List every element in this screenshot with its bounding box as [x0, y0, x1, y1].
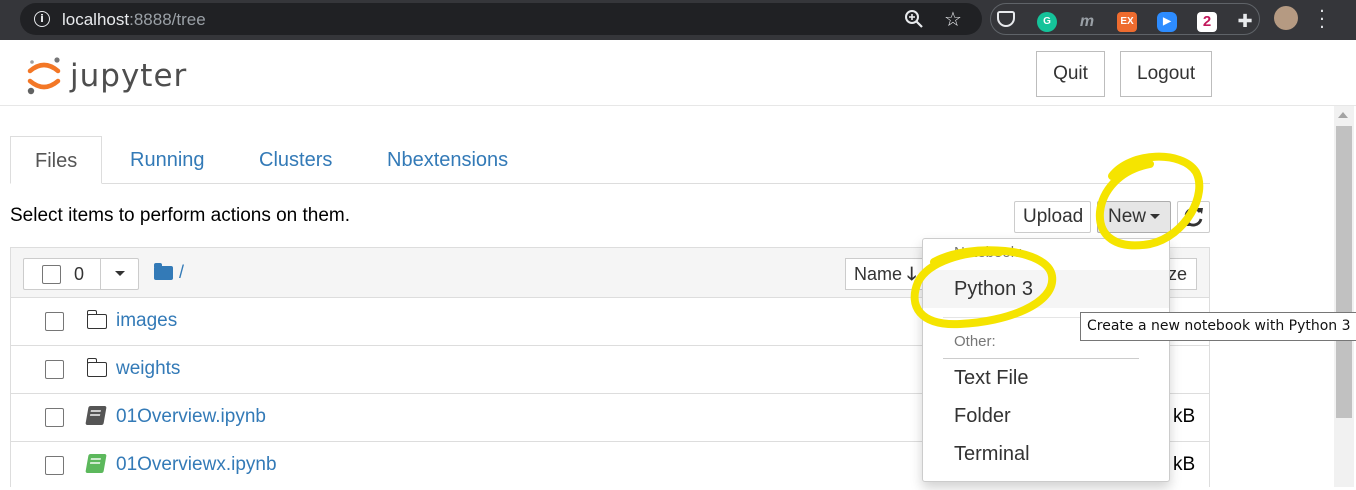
notebook-section-header: Notebook: — [954, 244, 1023, 261]
pocket-icon[interactable] — [997, 11, 1015, 27]
new-dropdown-menu: Notebook: Python 3 Other: Text File Fold… — [922, 238, 1170, 482]
new-button-label: New — [1107, 206, 1146, 227]
item-link[interactable]: weights — [116, 358, 180, 380]
item-link[interactable]: 01Overviewx.ipynb — [116, 454, 277, 476]
two-extension-icon[interactable]: 2 — [1197, 12, 1217, 32]
bookmark-star-icon[interactable]: ☆ — [944, 7, 962, 31]
new-dropdown-button[interactable]: New — [1097, 201, 1171, 233]
jupyter-header: jupyter Quit Logout — [0, 40, 1356, 106]
url-text[interactable]: localhost:8888/tree — [62, 10, 206, 30]
menu-item-text-file[interactable]: Text File — [923, 359, 1169, 397]
tooltip: Create a new notebook with Python 3 — [1080, 312, 1356, 341]
jupyter-logo-icon — [27, 57, 61, 95]
profile-avatar[interactable] — [1274, 6, 1298, 30]
folder-icon[interactable] — [154, 263, 173, 280]
item-size: kB — [1173, 454, 1196, 475]
jupyter-logo[interactable]: jupyter — [26, 54, 206, 95]
instructions-text: Select items to perform actions on them. — [10, 205, 351, 226]
ex-extension-icon[interactable]: EX — [1117, 12, 1137, 32]
caret-down-icon — [1150, 214, 1160, 220]
zoom-extension-icon[interactable]: ▶ — [1157, 12, 1177, 32]
logo-text: jupyter — [70, 58, 188, 94]
item-checkbox[interactable] — [45, 312, 64, 331]
site-info-icon[interactable]: i — [34, 11, 50, 27]
scroll-thumb[interactable] — [1336, 126, 1352, 418]
quit-button[interactable]: Quit — [1036, 51, 1105, 97]
tab-nbextensions[interactable]: Nbextensions — [363, 136, 532, 184]
item-checkbox[interactable] — [45, 360, 64, 379]
browser-toolbar: i localhost:8888/tree ☆ G m EX ▶ 2 ✚ · · · — [0, 0, 1356, 40]
menu-item-terminal[interactable]: Terminal — [923, 435, 1169, 473]
item-checkbox[interactable] — [45, 456, 64, 475]
menu-item-folder[interactable]: Folder — [923, 397, 1169, 435]
item-checkbox[interactable] — [45, 408, 64, 427]
folder-icon — [86, 358, 107, 377]
refresh-button[interactable] — [1177, 201, 1210, 233]
item-link[interactable]: images — [116, 310, 177, 332]
zoom-icon[interactable] — [904, 9, 924, 29]
selection-dropdown[interactable] — [100, 258, 140, 290]
page-scrollbar[interactable] — [1334, 106, 1354, 487]
notebook-icon — [85, 406, 107, 425]
select-all-checkbox[interactable] — [42, 265, 61, 284]
logout-button[interactable]: Logout — [1120, 51, 1212, 97]
tab-clusters[interactable]: Clusters — [235, 136, 356, 184]
arrow-down-icon: 🡓 — [907, 264, 917, 285]
selected-count: 0 — [74, 264, 85, 284]
browser-menu-icon[interactable]: · · · — [1318, 3, 1326, 37]
sort-name-button[interactable]: Name 🡓 — [845, 258, 931, 290]
folder-icon — [86, 310, 107, 329]
tab-running[interactable]: Running — [106, 136, 229, 184]
other-section-header: Other: — [954, 333, 996, 350]
tab-bar: Files Running Clusters Nbextensions — [10, 136, 1210, 184]
grammarly-icon[interactable]: G — [1037, 12, 1057, 32]
breadcrumb-root[interactable]: / — [179, 262, 184, 283]
m-extension-icon[interactable]: m — [1077, 12, 1097, 32]
refresh-icon — [1184, 207, 1203, 227]
item-link[interactable]: 01Overview.ipynb — [116, 406, 266, 428]
scroll-up-arrow[interactable] — [1338, 112, 1348, 118]
menu-item-python3[interactable]: Python 3 — [923, 270, 1169, 308]
select-all-group: 0 — [23, 258, 139, 290]
tab-files[interactable]: Files — [10, 136, 102, 184]
upload-button[interactable]: Upload — [1014, 201, 1091, 233]
running-notebook-icon — [85, 454, 107, 473]
caret-down-icon — [115, 271, 125, 276]
puzzle-extensions-icon[interactable]: ✚ — [1235, 12, 1255, 32]
item-size: kB — [1173, 406, 1196, 427]
address-bar[interactable]: i localhost:8888/tree ☆ — [20, 3, 982, 35]
extensions-group: G m EX ▶ 2 ✚ — [990, 3, 1260, 35]
sort-name-label: Name — [854, 264, 903, 284]
size-label: ze — [1168, 264, 1188, 284]
